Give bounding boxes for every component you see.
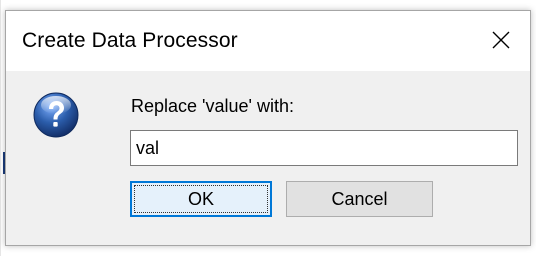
dialog-body: Replace 'value' with: OK Cancel bbox=[6, 71, 530, 245]
screen: Create Data Processor Replace 'value' wi… bbox=[0, 0, 536, 256]
close-button[interactable] bbox=[472, 11, 530, 69]
dialog-titlebar[interactable]: Create Data Processor bbox=[6, 11, 530, 71]
dialog-title: Create Data Processor bbox=[22, 29, 238, 52]
question-icon bbox=[33, 92, 79, 138]
create-data-processor-dialog: Create Data Processor Replace 'value' wi… bbox=[5, 10, 531, 246]
prompt-label: Replace 'value' with: bbox=[131, 96, 294, 116]
replacement-input[interactable] bbox=[130, 130, 518, 166]
cancel-button[interactable]: Cancel bbox=[286, 181, 433, 217]
ok-button-label: OK bbox=[187, 188, 214, 209]
close-icon bbox=[492, 31, 510, 49]
background-edge bbox=[0, 0, 1, 256]
cancel-button-label: Cancel bbox=[331, 188, 388, 209]
ok-button[interactable]: OK bbox=[130, 181, 272, 217]
